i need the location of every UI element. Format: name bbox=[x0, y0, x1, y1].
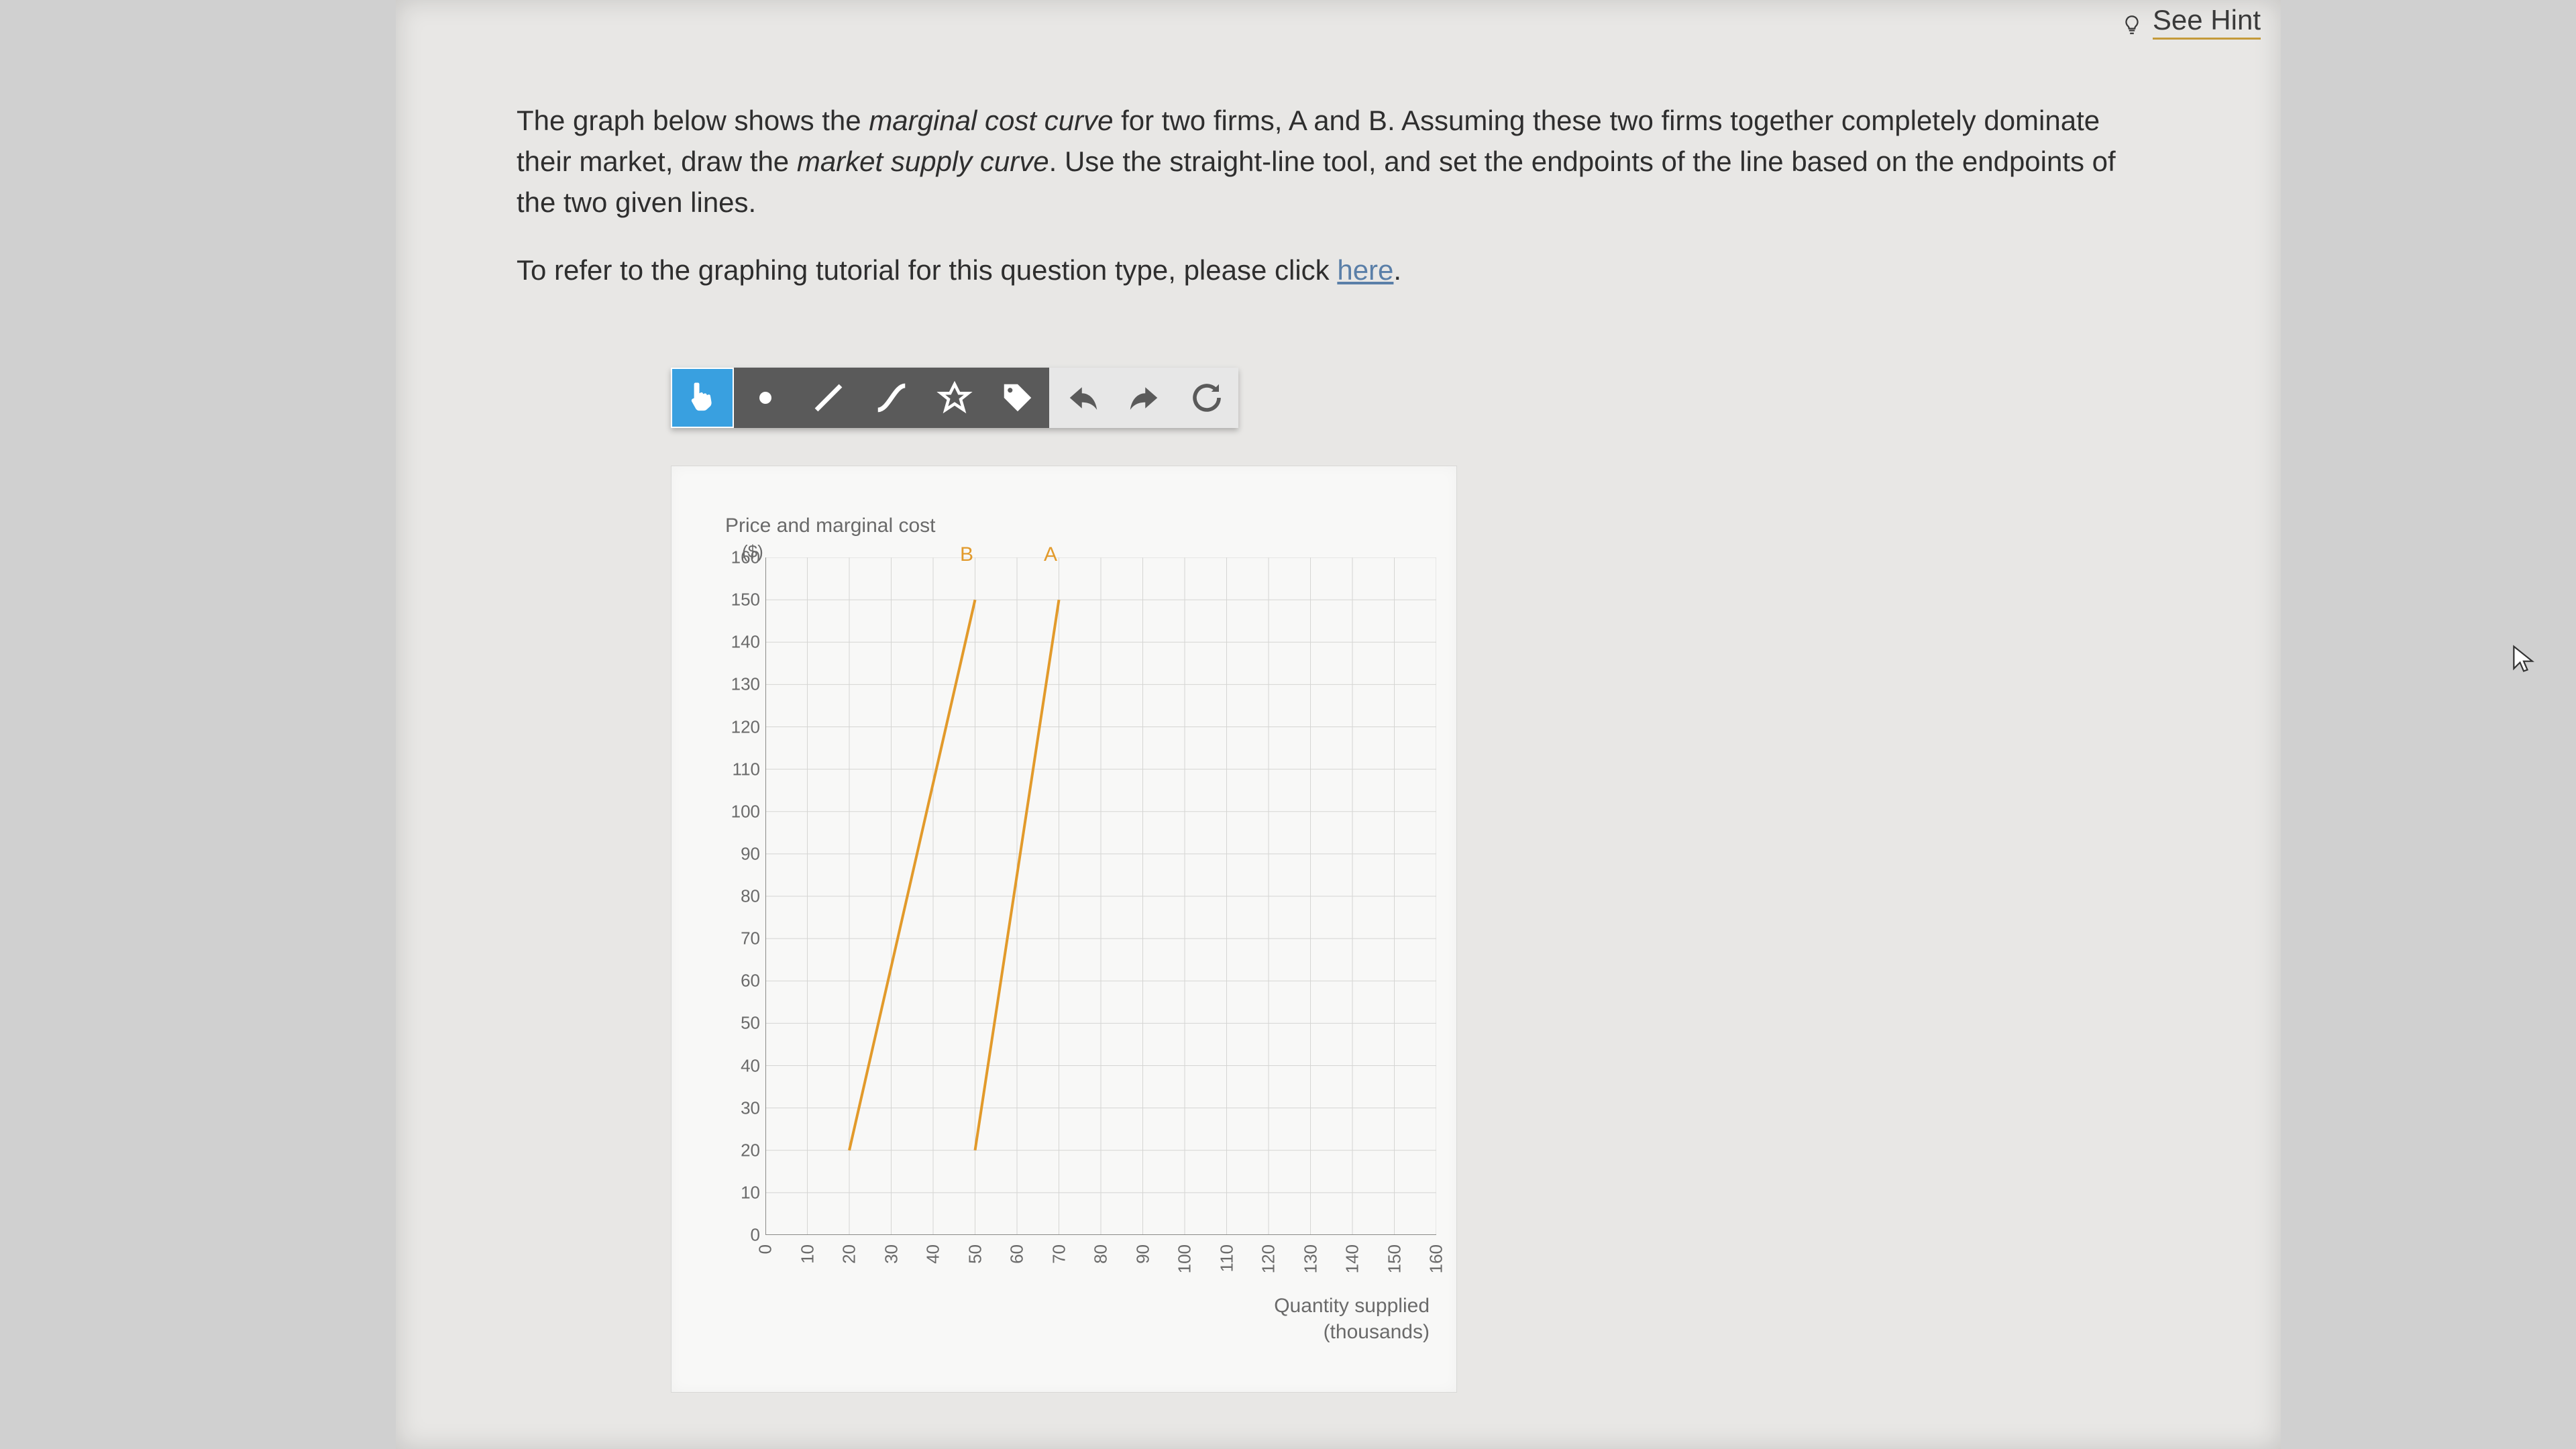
series-label-b: B bbox=[960, 543, 973, 566]
y-tick-label: 160 bbox=[680, 547, 760, 568]
y-tick-label: 120 bbox=[680, 716, 760, 737]
text: To refer to the graphing tutorial for th… bbox=[517, 254, 1337, 286]
text: . bbox=[1393, 254, 1401, 286]
x-tick-label: 150 bbox=[1384, 1244, 1405, 1273]
y-tick-label: 150 bbox=[680, 590, 760, 610]
y-tick-label: 140 bbox=[680, 632, 760, 653]
x-tick-label: 90 bbox=[1132, 1244, 1153, 1264]
plot-svg[interactable] bbox=[765, 557, 1436, 1235]
x-tick-label: 140 bbox=[1342, 1244, 1363, 1273]
y-tick-label: 110 bbox=[680, 759, 760, 780]
x-tick-label: 50 bbox=[965, 1244, 985, 1264]
tool-redo[interactable] bbox=[1112, 368, 1175, 428]
text: (thousands) bbox=[1324, 1321, 1430, 1343]
tool-label[interactable] bbox=[986, 368, 1049, 428]
tool-region[interactable] bbox=[923, 368, 986, 428]
x-tick-label: 20 bbox=[839, 1244, 860, 1264]
y-tick-label: 100 bbox=[680, 801, 760, 822]
see-hint-link[interactable]: See Hint bbox=[2153, 4, 2261, 40]
tool-curve[interactable] bbox=[860, 368, 923, 428]
y-tick-label: 20 bbox=[680, 1140, 760, 1161]
text-emph: market supply curve bbox=[797, 146, 1049, 177]
x-tick-label: 60 bbox=[1007, 1244, 1028, 1264]
tutorial-link[interactable]: here bbox=[1337, 254, 1393, 286]
y-tick-label: 130 bbox=[680, 674, 760, 695]
y-tick-label: 80 bbox=[680, 886, 760, 907]
x-tick-label: 110 bbox=[1216, 1244, 1237, 1272]
y-tick-label: 50 bbox=[680, 1013, 760, 1034]
y-tick-label: 60 bbox=[680, 971, 760, 991]
x-tick-label: 120 bbox=[1258, 1244, 1279, 1273]
tool-reset[interactable] bbox=[1175, 368, 1238, 428]
text: The graph below shows the bbox=[517, 105, 869, 136]
y-axis-title: Price and marginal cost bbox=[725, 515, 935, 537]
y-tick-label: 70 bbox=[680, 928, 760, 949]
y-tick-label: 10 bbox=[680, 1182, 760, 1203]
y-tick-label: 0 bbox=[680, 1225, 760, 1246]
x-tick-label: 70 bbox=[1049, 1244, 1069, 1264]
text-emph: marginal cost curve bbox=[869, 105, 1113, 136]
y-tick-label: 30 bbox=[680, 1097, 760, 1118]
question-text: The graph below shows the marginal cost … bbox=[517, 101, 2160, 291]
question-paragraph-2: To refer to the graphing tutorial for th… bbox=[517, 250, 2160, 291]
y-tick-label: 90 bbox=[680, 843, 760, 864]
page-container: See Hint The graph below shows the margi… bbox=[396, 0, 2281, 1449]
x-tick-label: 0 bbox=[755, 1244, 776, 1254]
x-axis-title: Quantity supplied (thousands) bbox=[1274, 1293, 1430, 1345]
x-tick-label: 10 bbox=[797, 1244, 818, 1264]
chart-container[interactable]: Price and marginal cost ($) Quantity sup… bbox=[671, 466, 1457, 1393]
x-tick-label: 30 bbox=[881, 1244, 902, 1264]
question-paragraph-1: The graph below shows the marginal cost … bbox=[517, 101, 2160, 223]
text: Quantity supplied bbox=[1274, 1295, 1430, 1317]
y-tick-label: 40 bbox=[680, 1055, 760, 1076]
x-tick-label: 80 bbox=[1091, 1244, 1112, 1264]
cursor-icon bbox=[2509, 644, 2538, 674]
plot-area[interactable] bbox=[765, 557, 1436, 1235]
x-tick-label: 100 bbox=[1175, 1244, 1195, 1273]
graph-toolbar bbox=[671, 368, 1238, 428]
hint-icon bbox=[2121, 11, 2143, 34]
x-tick-label: 130 bbox=[1300, 1244, 1321, 1273]
tool-undo[interactable] bbox=[1049, 368, 1112, 428]
x-tick-label: 160 bbox=[1426, 1244, 1447, 1273]
tool-point[interactable] bbox=[734, 368, 797, 428]
series-label-a: A bbox=[1044, 543, 1057, 566]
tool-line[interactable] bbox=[797, 368, 860, 428]
hint-row: See Hint bbox=[2121, 4, 2261, 40]
x-tick-label: 40 bbox=[923, 1244, 944, 1264]
tool-pointer[interactable] bbox=[671, 368, 734, 428]
